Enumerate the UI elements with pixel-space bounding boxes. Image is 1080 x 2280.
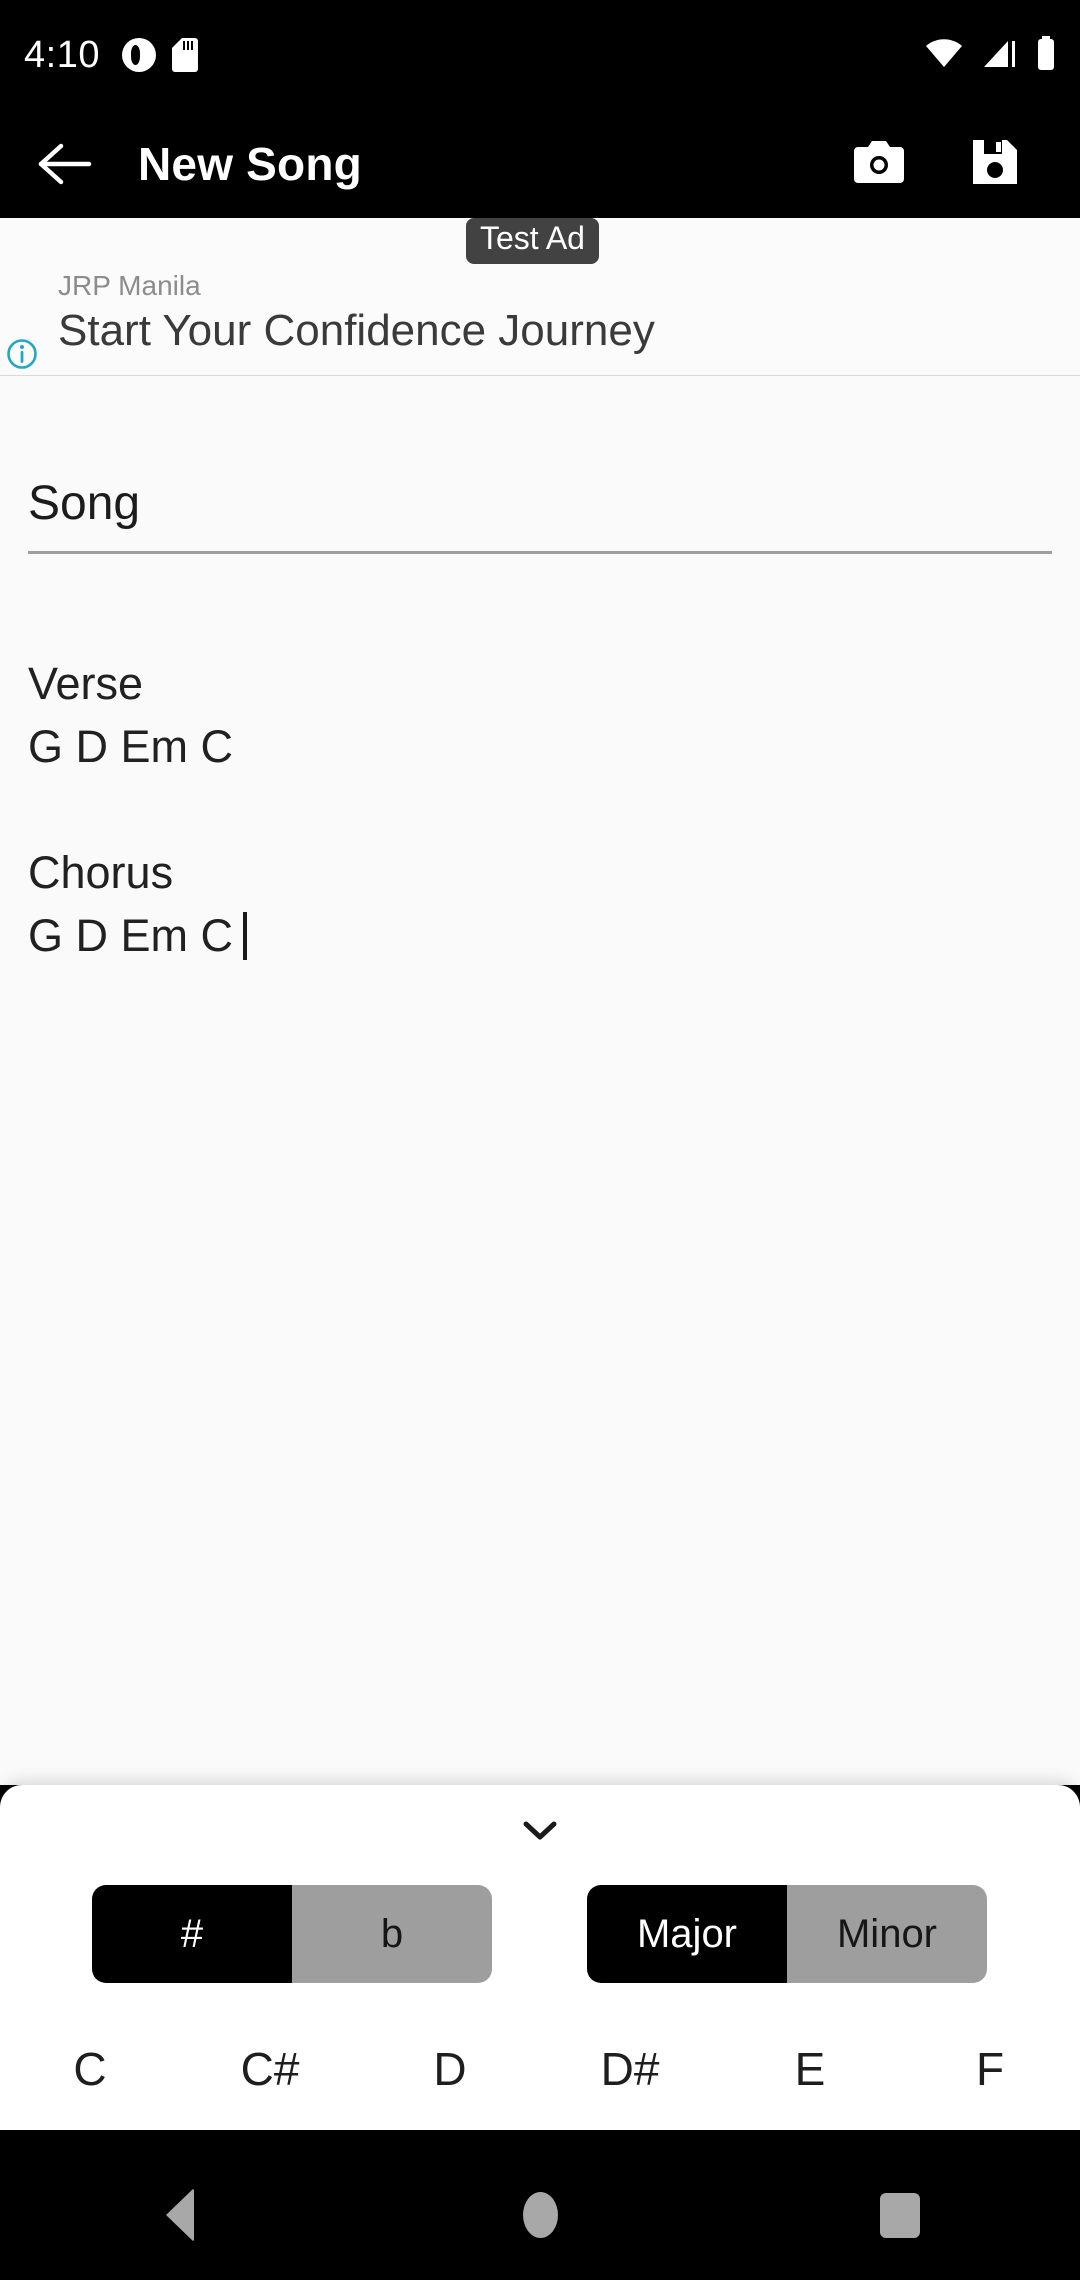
home-nav-icon — [522, 2192, 558, 2238]
app-bar-actions — [850, 135, 1046, 193]
back-nav-icon — [166, 2188, 194, 2242]
save-icon — [970, 137, 1020, 192]
quality-major-button[interactable]: Major — [587, 1885, 787, 1983]
quality-minor-button[interactable]: Minor — [787, 1885, 987, 1983]
song-title-underline — [28, 551, 1052, 554]
song-title-input[interactable]: Song — [28, 476, 1052, 551]
ad-advertiser: JRP Manila — [58, 270, 201, 301]
note-key-d-sharp[interactable]: D# — [540, 2042, 720, 2096]
note-key-e[interactable]: E — [720, 2042, 900, 2096]
song-body-text: Verse G D Em C Chorus G D Em C — [28, 658, 234, 961]
status-bar-clock: 4:10 — [24, 33, 100, 76]
collapse-sheet-button[interactable] — [0, 1807, 1080, 1859]
page-title: New Song — [138, 138, 362, 190]
quality-toggle-group: Major Minor — [587, 1885, 987, 1983]
camera-icon — [852, 139, 906, 190]
recents-nav-icon — [880, 2192, 920, 2238]
status-bar-system-icons — [924, 35, 1056, 75]
back-button[interactable] — [34, 133, 96, 195]
camera-button[interactable] — [850, 135, 908, 193]
battery-icon — [1036, 35, 1056, 75]
status-bar: 4:10 — [0, 0, 1080, 110]
note-key-f[interactable]: F — [900, 2042, 1080, 2096]
nav-recents-button[interactable] — [840, 2170, 960, 2260]
song-body-input[interactable]: Verse G D Em C Chorus G D Em C — [28, 652, 1052, 967]
song-editor: Song Verse G D Em C Chorus G D Em C — [0, 376, 1080, 1785]
app-bar: New Song — [0, 110, 1080, 218]
android-nav-bar — [0, 2150, 1080, 2280]
accidental-sharp-button[interactable]: # — [92, 1885, 292, 1983]
wifi-icon — [924, 37, 964, 74]
sd-card-icon — [171, 38, 198, 72]
note-key-c[interactable]: C — [0, 2042, 180, 2096]
song-title-field[interactable]: Song — [28, 476, 1052, 554]
accidental-flat-button[interactable]: b — [292, 1885, 492, 1983]
test-ad-badge: Test Ad — [466, 218, 599, 264]
note-key-row: C C# D D# E F — [0, 2023, 1080, 2115]
nav-home-button[interactable] — [480, 2170, 600, 2260]
cellular-signal-icon — [982, 37, 1018, 74]
ad-headline: Start Your Confidence Journey — [58, 306, 655, 355]
status-bar-notification-icons — [121, 38, 198, 72]
notification-circle-icon — [121, 38, 156, 72]
chevron-down-icon — [520, 1819, 560, 1848]
note-key-c-sharp[interactable]: C# — [180, 2042, 360, 2096]
nav-back-button[interactable] — [120, 2170, 240, 2260]
text-caret — [243, 912, 248, 960]
accidental-toggle-group: # b — [92, 1885, 492, 1983]
chord-toggle-row: # b Major Minor — [0, 1885, 1080, 1983]
note-key-d[interactable]: D — [360, 2042, 540, 2096]
info-icon[interactable] — [6, 338, 38, 370]
phone-screen: 4:10 New Song JRP Manila Start Your Conf… — [0, 0, 1080, 2280]
save-button[interactable] — [966, 135, 1024, 193]
